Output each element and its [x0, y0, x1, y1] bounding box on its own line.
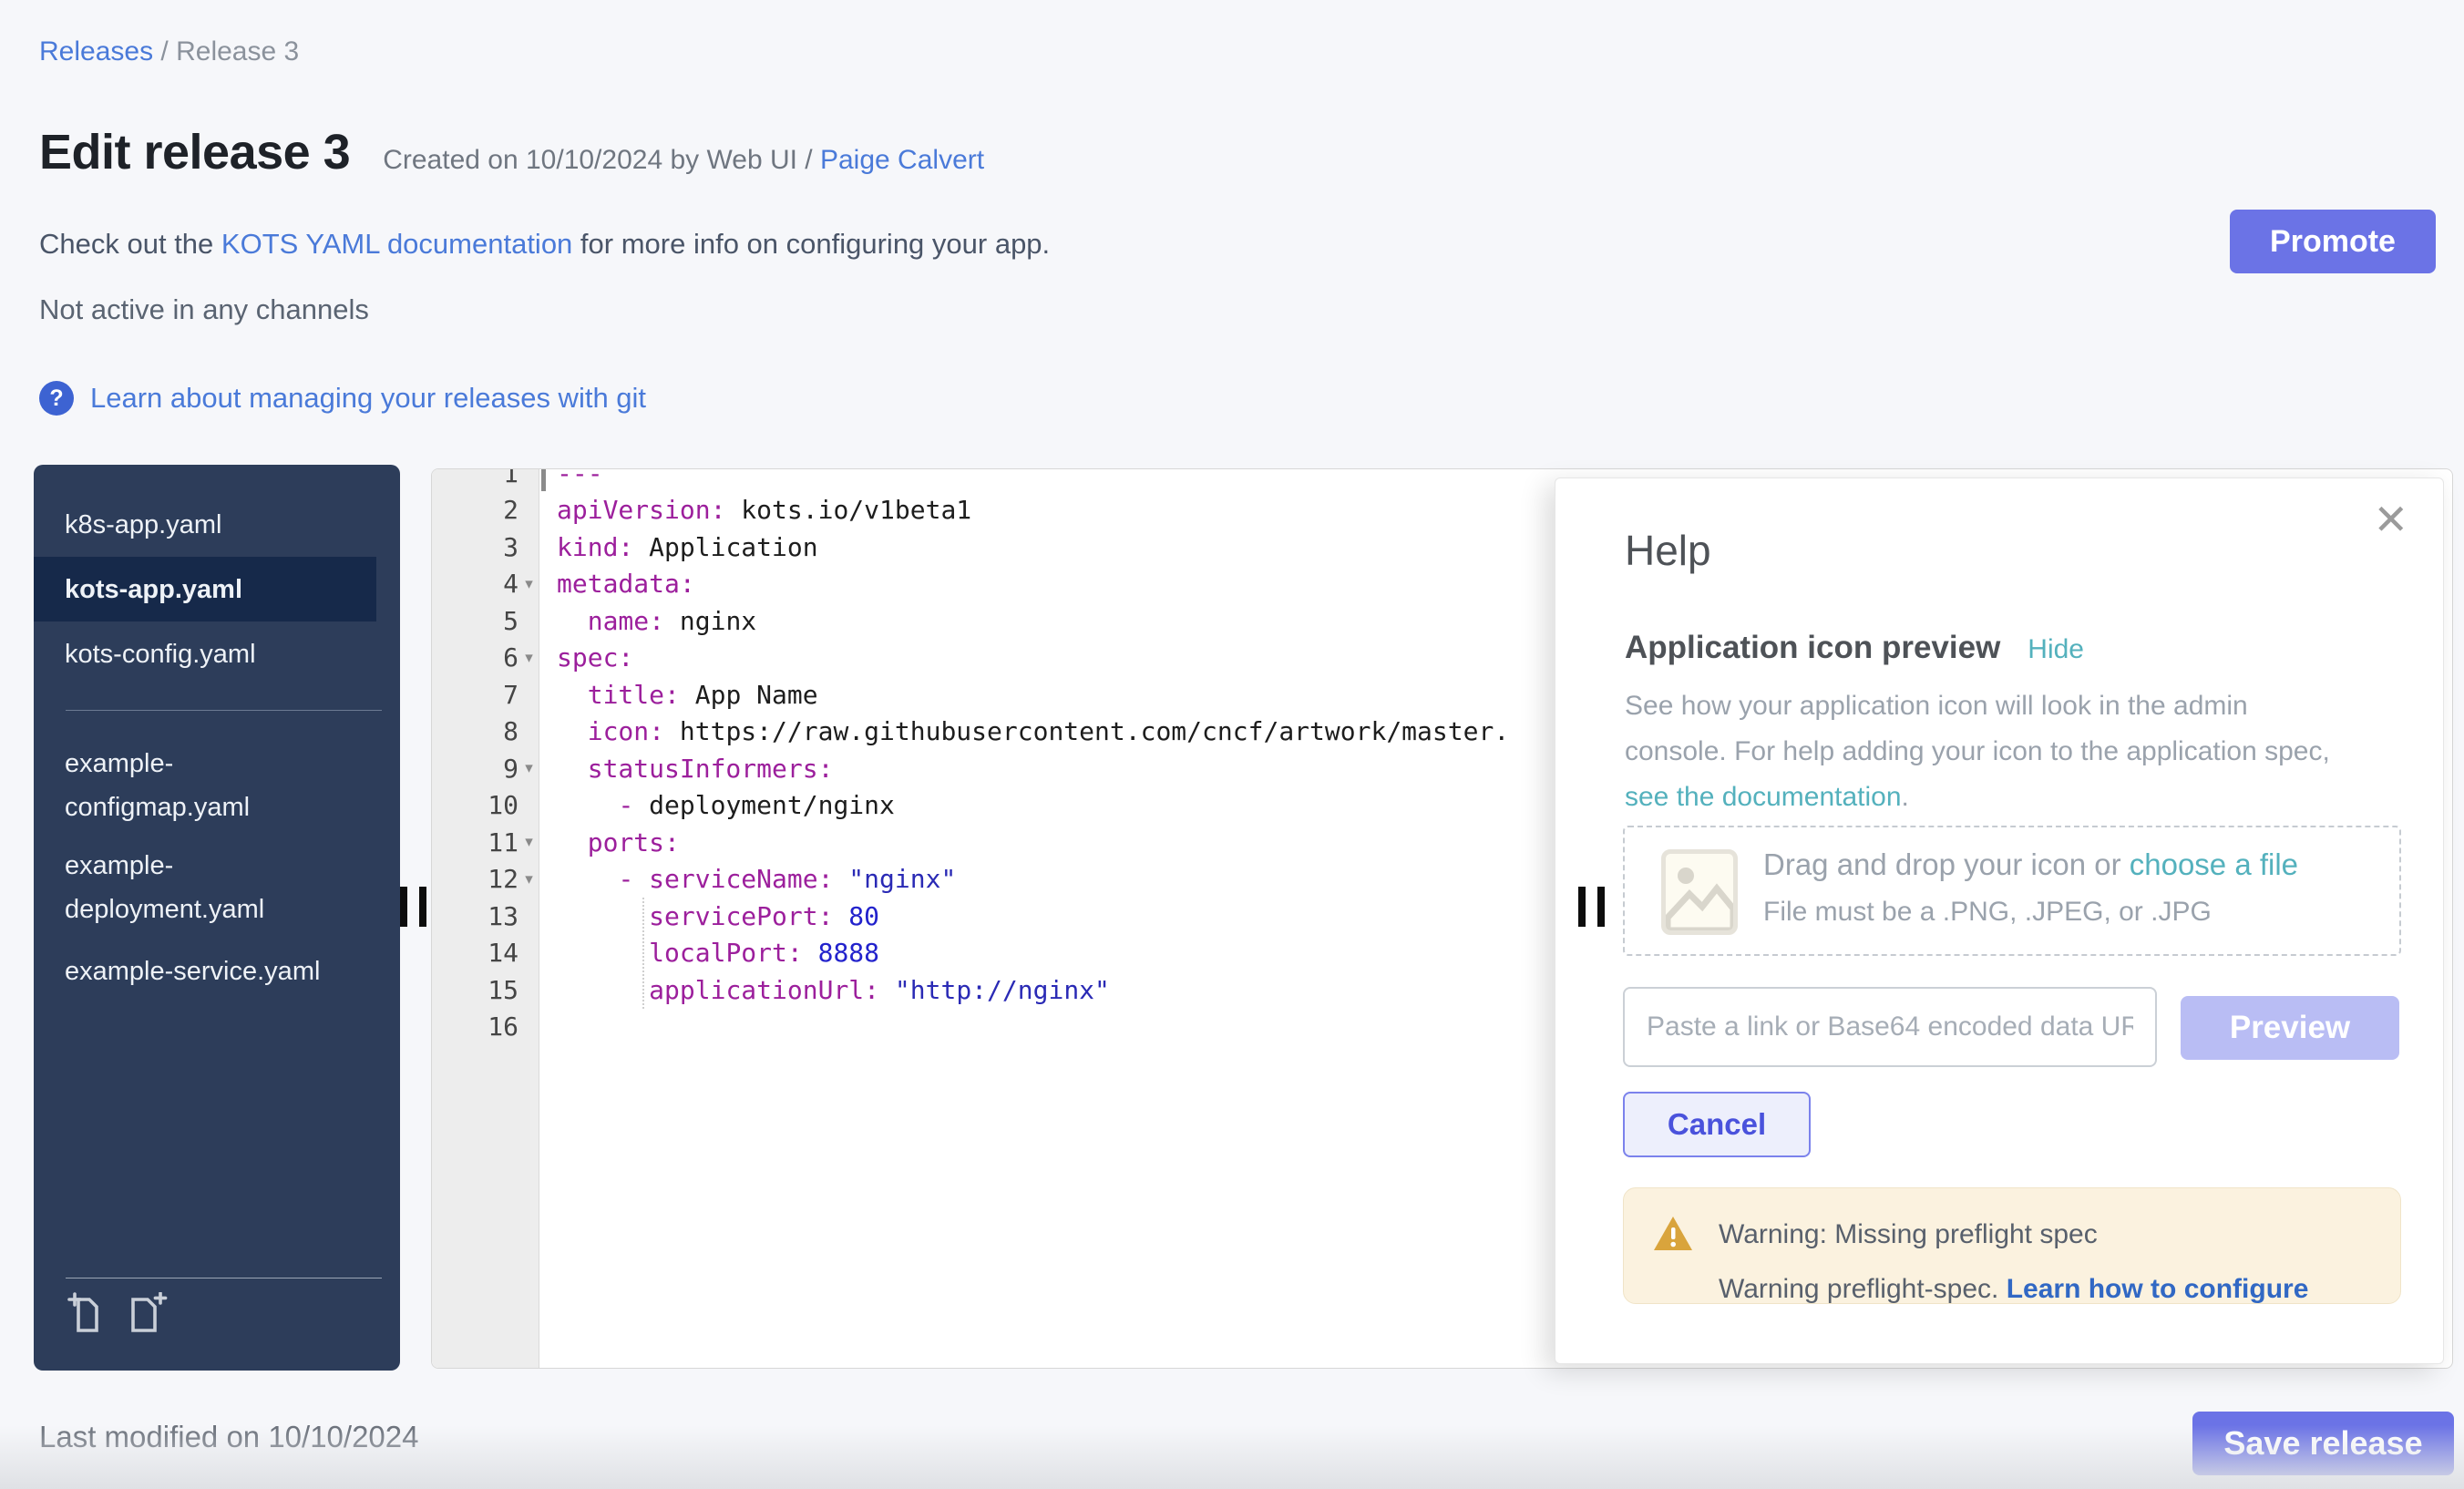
- code-text: applicationUrl: "http://nginx": [539, 975, 1110, 1005]
- dropzone-text: Drag and drop your icon or choose a file: [1763, 847, 2298, 882]
- line-number: 9: [432, 754, 518, 784]
- fold-arrow-icon[interactable]: ▾: [518, 861, 539, 898]
- file-item-example-configmap.yaml[interactable]: example-configmap.yaml: [34, 734, 378, 837]
- title-row: Edit release 3 Created on 10/10/2024 by …: [39, 124, 984, 180]
- fold-arrow-icon[interactable]: ▾: [518, 566, 539, 602]
- release-editor-page: Releases / Release 3 Edit release 3 Crea…: [0, 0, 2464, 1489]
- line-number: 16: [432, 1011, 518, 1042]
- git-help-label: Learn about managing your releases with …: [90, 382, 646, 415]
- sidebar-divider: [66, 710, 382, 711]
- image-placeholder-icon: [1661, 849, 1738, 935]
- line-number: 15: [432, 975, 518, 1005]
- code-text: spec:: [539, 642, 633, 673]
- sidebar-bottom: [34, 1278, 400, 1371]
- icon-dropzone[interactable]: Drag and drop your icon or choose a file…: [1623, 826, 2401, 956]
- line-number: 1: [432, 468, 518, 488]
- page-title: Edit release 3: [39, 124, 350, 180]
- channel-status: Not active in any channels: [39, 293, 369, 326]
- fold-arrow-icon[interactable]: ▾: [518, 750, 539, 786]
- code-text: title: App Name: [539, 680, 818, 710]
- question-circle-icon: ?: [39, 381, 74, 416]
- help-panel: ✕ Help Application icon preview Hide See…: [1555, 478, 2444, 1364]
- see-documentation-link[interactable]: see the documentation: [1625, 782, 1902, 812]
- choose-file-link[interactable]: choose a file: [2130, 847, 2298, 881]
- line-number: 8: [432, 716, 518, 746]
- line-number: 5: [432, 606, 518, 636]
- panel-resize-handle-left[interactable]: [400, 887, 427, 927]
- indent-guide: [642, 898, 644, 1009]
- icon-preview-description: See how your application icon will look …: [1625, 683, 2345, 820]
- learn-how-to-configure-link[interactable]: Learn how to configure: [2007, 1274, 2309, 1304]
- add-file-icon[interactable]: [66, 1292, 109, 1336]
- icon-preview-title: Application icon preview: [1625, 630, 2000, 666]
- breadcrumb-separator: /: [160, 36, 176, 67]
- warning-triangle-icon: [1653, 1216, 1693, 1252]
- preview-button[interactable]: Preview: [2181, 996, 2399, 1060]
- warning-title: Warning: Missing preflight spec: [1719, 1219, 2098, 1250]
- created-info: Created on 10/10/2024 by Web UI / Paige …: [383, 145, 984, 176]
- line-number: 7: [432, 680, 518, 710]
- editor-cursor: [541, 469, 546, 491]
- code-text: - serviceName: "nginx": [539, 864, 956, 894]
- breadcrumb-current: Release 3: [176, 36, 299, 67]
- close-icon[interactable]: ✕: [2373, 498, 2408, 540]
- promote-button[interactable]: Promote: [2230, 210, 2436, 273]
- file-item-kots-config.yaml[interactable]: kots-config.yaml: [34, 621, 378, 686]
- line-number: 4: [432, 569, 518, 599]
- breadcrumb: Releases / Release 3: [39, 36, 299, 67]
- git-help-link[interactable]: ? Learn about managing your releases wit…: [39, 381, 646, 416]
- code-text: icon: https://raw.githubusercontent.com/…: [539, 716, 1509, 746]
- icon-url-input[interactable]: [1623, 987, 2157, 1067]
- fold-arrow-icon[interactable]: ▾: [518, 640, 539, 676]
- line-number: 11: [432, 827, 518, 857]
- line-number: 3: [432, 532, 518, 562]
- line-number: 13: [432, 901, 518, 931]
- code-text: name: nginx: [539, 606, 756, 636]
- file-item-kots-app.yaml[interactable]: kots-app.yaml: [34, 557, 376, 621]
- code-text: statusInformers:: [539, 754, 833, 784]
- help-title: Help: [1625, 526, 1711, 575]
- code-text: localPort: 8888: [539, 938, 879, 968]
- line-number: 6: [432, 642, 518, 673]
- file-item-example-service.yaml[interactable]: example-service.yaml: [34, 939, 378, 1003]
- created-author-link[interactable]: Paige Calvert: [820, 145, 984, 175]
- line-number: 14: [432, 938, 518, 968]
- file-sidebar: k8s-app.yamlkots-app.yamlkots-config.yam…: [34, 465, 400, 1371]
- cancel-button[interactable]: Cancel: [1623, 1092, 1811, 1157]
- file-list: k8s-app.yamlkots-app.yamlkots-config.yam…: [34, 492, 400, 1003]
- line-number: 12: [432, 864, 518, 894]
- new-file-icon[interactable]: [126, 1292, 169, 1336]
- bottom-fade: [0, 1425, 2464, 1489]
- code-text: metadata:: [539, 569, 695, 599]
- code-text: kind: Application: [539, 532, 818, 562]
- line-number: 2: [432, 495, 518, 525]
- file-item-k8s-app.yaml[interactable]: k8s-app.yaml: [34, 492, 378, 557]
- breadcrumb-releases-link[interactable]: Releases: [39, 36, 153, 67]
- panel-resize-handle-right[interactable]: [1578, 887, 1606, 927]
- fold-arrow-icon[interactable]: ▾: [518, 824, 539, 860]
- dropzone-filetypes: File must be a .PNG, .JPEG, or .JPG: [1763, 897, 2212, 928]
- kots-yaml-doc-link[interactable]: KOTS YAML documentation: [221, 228, 572, 260]
- warning-detail: Warning preflight-spec. Learn how to con…: [1719, 1274, 2308, 1304]
- hide-link[interactable]: Hide: [2028, 634, 2084, 665]
- code-text: - deployment/nginx: [539, 790, 895, 820]
- file-item-example-deployment.yaml[interactable]: example-deployment.yaml: [34, 837, 378, 939]
- preflight-warning: Warning: Missing preflight spec Warning …: [1623, 1187, 2401, 1304]
- line-number: 10: [432, 790, 518, 820]
- intro-text: Check out the KOTS YAML documentation fo…: [39, 228, 1050, 261]
- code-text: ports:: [539, 827, 680, 857]
- code-text: ---: [539, 468, 603, 488]
- code-text: servicePort: 80: [539, 901, 879, 931]
- code-text: apiVersion: kots.io/v1beta1: [539, 495, 971, 525]
